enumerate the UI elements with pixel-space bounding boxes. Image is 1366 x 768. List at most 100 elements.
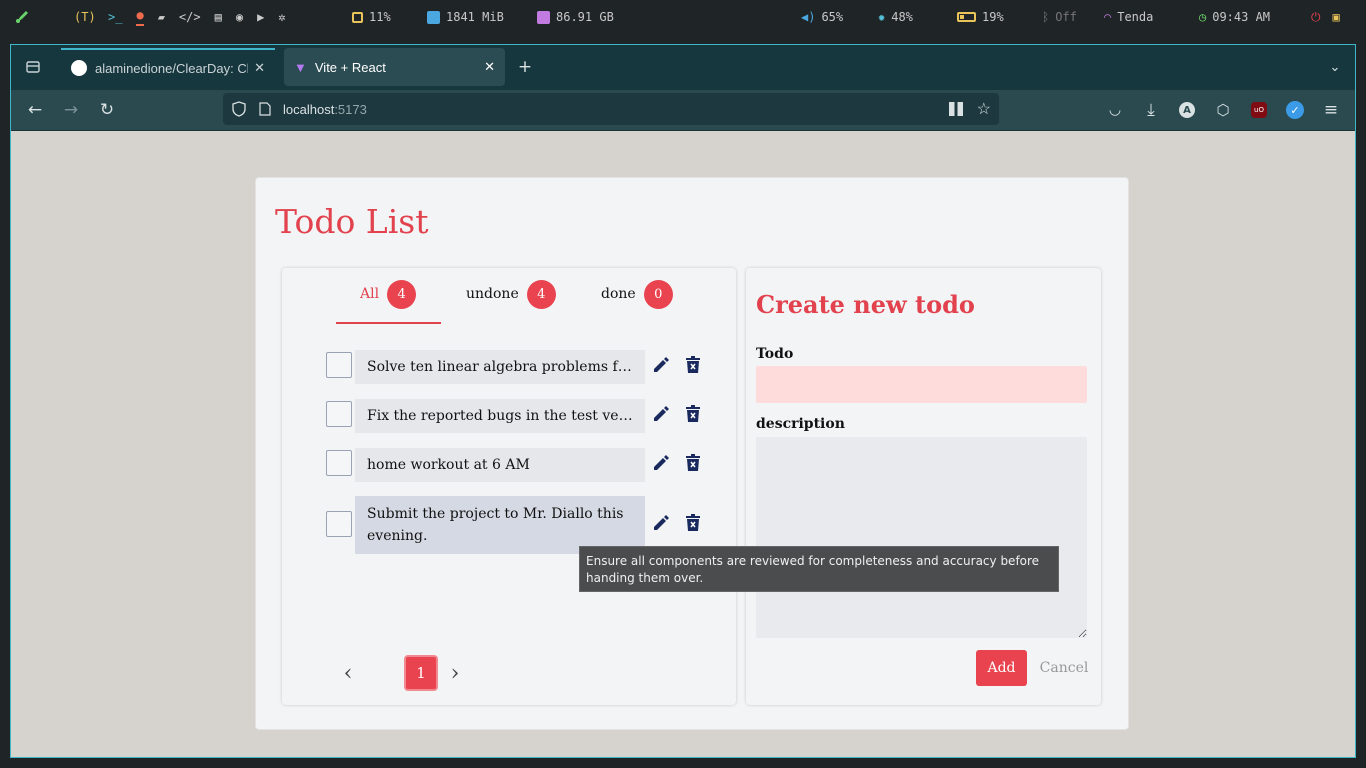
todo-text-value: Solve ten linear algebra problems from t… <box>367 359 633 375</box>
settings-gear-icon[interactable]: ✲ <box>278 10 285 24</box>
page-viewport: Todo List All 4 undone 4 done 0 Solve te… <box>11 132 1355 757</box>
power-icon[interactable]: ⏻ <box>1311 10 1321 25</box>
forward-arrow-icon[interactable]: → <box>57 96 85 124</box>
count-badge: 0 <box>643 279 673 309</box>
url-text: localhost:5173 <box>283 102 367 117</box>
pocket-icon[interactable]: ◡ <box>1101 96 1129 124</box>
memory-value: 1841 MiB <box>446 10 504 24</box>
page-number-button[interactable]: 1 <box>404 655 438 691</box>
url-host: localhost <box>283 101 335 117</box>
hamburger-menu-icon[interactable]: ≡ <box>1317 96 1345 124</box>
battery-indicator: 19% <box>957 0 1004 34</box>
account-icon[interactable]: A <box>1173 96 1201 124</box>
delete-trash-icon[interactable] <box>682 354 704 376</box>
tab-strip: alaminedione/ClearDay: Clear ✕ ▼ Vite + … <box>11 45 1355 90</box>
description-field-label: description <box>756 416 845 432</box>
browser-window: alaminedione/ClearDay: Clear ✕ ▼ Vite + … <box>10 44 1356 758</box>
todo-text[interactable]: home workout at 6 AM <box>355 448 645 482</box>
filter-tab-undone[interactable]: undone 4 <box>466 278 556 310</box>
volume-icon: ◀) <box>801 10 816 24</box>
wifi-value: Tenda <box>1117 10 1154 24</box>
edit-pencil-icon[interactable] <box>650 403 672 425</box>
disk-value: 86.91 GB <box>556 10 614 24</box>
chat-icon[interactable]: ◉ <box>236 10 243 24</box>
reload-icon[interactable]: ↻ <box>93 96 121 124</box>
shield-icon[interactable] <box>231 101 247 117</box>
filter-tab-done[interactable]: done 0 <box>601 278 673 310</box>
todo-text[interactable]: Solve ten linear algebra problems from t… <box>355 350 645 384</box>
tab-overview-icon[interactable] <box>19 53 47 81</box>
battery-icon <box>957 12 976 22</box>
edit-pencil-icon[interactable] <box>650 452 672 474</box>
ublock-icon[interactable]: uO <box>1245 96 1273 124</box>
volume-value: 65% <box>821 10 844 24</box>
cancel-button[interactable]: Cancel <box>1040 650 1089 686</box>
navigation-bar: ← → ↻ localhost:5173 ☆ ◡ ⤓ A ⬡ uO ✓ ≡ <box>11 90 1355 131</box>
bluetooth-indicator[interactable]: ᛒ Off <box>1042 0 1077 34</box>
youtube-icon[interactable]: ▶ <box>257 10 264 24</box>
back-arrow-icon[interactable]: ← <box>21 96 49 124</box>
cpu-value: 11% <box>369 10 391 24</box>
add-button[interactable]: Add <box>976 650 1027 686</box>
todo-list-panel: All 4 undone 4 done 0 Solve ten linear a… <box>282 268 736 705</box>
code-icon[interactable]: </> <box>179 10 201 24</box>
qr-code-icon[interactable] <box>949 102 963 116</box>
todo-checkbox[interactable] <box>326 352 352 378</box>
todo-checkbox[interactable] <box>326 401 352 427</box>
new-tab-icon[interactable]: + <box>511 53 539 81</box>
tab-vite-react[interactable]: ▼ Vite + React ✕ <box>284 48 505 86</box>
wifi-indicator[interactable]: ◠ Tenda <box>1104 0 1153 34</box>
description-textarea[interactable] <box>756 437 1087 638</box>
workspace-indicator[interactable]: (T) <box>74 0 96 34</box>
vite-icon: ▼ <box>294 59 307 75</box>
todo-card: Todo List All 4 undone 4 done 0 Solve te… <box>255 177 1129 730</box>
close-tab-icon[interactable]: ✕ <box>254 60 265 76</box>
terminal-icon[interactable]: >_ <box>108 10 122 24</box>
delete-trash-icon[interactable] <box>682 403 704 425</box>
filter-label: done <box>601 286 636 302</box>
downloads-icon[interactable]: ⤓ <box>1137 96 1165 124</box>
wifi-icon: ◠ <box>1104 10 1112 24</box>
filter-tab-all[interactable]: All 4 <box>360 278 417 310</box>
todo-input[interactable] <box>756 366 1087 403</box>
todo-checkbox[interactable] <box>326 450 352 476</box>
brightness-icon: ✹ <box>878 10 886 24</box>
bookmark-star-icon[interactable]: ☆ <box>977 99 991 119</box>
todo-item: Fix the reported bugs in the test versio… <box>326 399 706 433</box>
launcher-icon[interactable] <box>14 0 30 34</box>
page-title: Todo List <box>275 202 429 241</box>
clock-indicator[interactable]: ◷ 09:43 AM <box>1199 0 1270 34</box>
disk-indicator: 86.91 GB <box>537 0 614 34</box>
github-icon <box>71 60 87 76</box>
prev-page-chevron-icon[interactable]: ‹ <box>336 655 360 691</box>
filter-label: All <box>360 286 380 302</box>
book-icon[interactable]: ▤ <box>215 10 222 24</box>
todo-text[interactable]: Fix the reported bugs in the test versio… <box>355 399 645 433</box>
todo-item: Solve ten linear algebra problems from t… <box>326 350 706 384</box>
edit-pencil-icon[interactable] <box>650 512 672 534</box>
delete-trash-icon[interactable] <box>682 452 704 474</box>
todo-text-value: Fix the reported bugs in the test versio… <box>367 408 633 424</box>
delete-trash-icon[interactable] <box>682 512 704 534</box>
filter-label: undone <box>466 286 519 302</box>
volume-indicator[interactable]: ◀) 65% <box>801 0 843 34</box>
extension-blue-icon[interactable]: ✓ <box>1281 96 1309 124</box>
extensions-icon[interactable]: ⬡ <box>1209 96 1237 124</box>
list-tabs-chevron-icon[interactable]: ⌄ <box>1321 53 1349 81</box>
brightness-indicator[interactable]: ✹ 48% <box>878 0 913 34</box>
tab-github[interactable]: alaminedione/ClearDay: Clear ✕ <box>61 48 275 86</box>
url-port: :5173 <box>334 101 367 117</box>
edit-pencil-icon[interactable] <box>650 354 672 376</box>
create-todo-panel: Create new todo Todo description Add Can… <box>746 268 1101 705</box>
tab-label: Vite + React <box>314 59 386 75</box>
url-bar[interactable]: localhost:5173 ☆ <box>223 93 999 125</box>
clipboard-icon[interactable]: ▣ <box>1333 10 1340 24</box>
bluetooth-icon: ᛒ <box>1042 10 1050 24</box>
active-tab-underline <box>336 322 441 324</box>
next-page-chevron-icon[interactable]: › <box>443 655 467 691</box>
memory-indicator: 1841 MiB <box>427 0 504 34</box>
close-tab-icon[interactable]: ✕ <box>484 59 495 75</box>
todo-checkbox[interactable] <box>326 511 352 537</box>
firefox-icon[interactable]: ● <box>136 8 144 26</box>
folder-icon[interactable]: ▰ <box>158 10 165 24</box>
